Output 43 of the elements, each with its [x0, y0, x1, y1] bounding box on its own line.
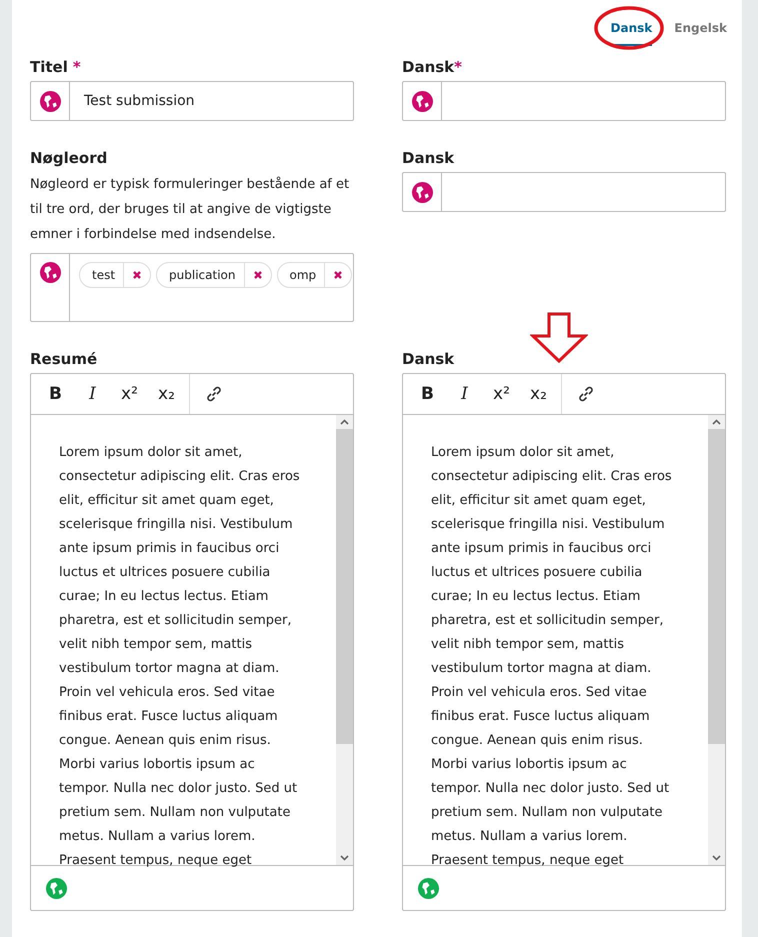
sub-button[interactable]: x₂: [520, 374, 557, 414]
required-mark: *: [454, 58, 462, 76]
field-label: Titel: [30, 58, 68, 76]
sup-button[interactable]: x²: [111, 374, 148, 414]
scrollbar[interactable]: [336, 415, 353, 865]
field-description: Nøgleord er typisk formuleringer bestående af et til tre ord, der bruges til at angive de vigtigste emner i forbindelse med indsendelse.: [30, 176, 350, 244]
text-field[interactable]: Test submission: [30, 81, 354, 121]
tag-label: omp: [278, 263, 326, 287]
globe-icon: [46, 878, 67, 898]
field-label: Dansk: [402, 58, 454, 76]
italic-button[interactable]: I: [446, 374, 483, 414]
globe-icon: [412, 182, 432, 202]
bold-button[interactable]: B: [409, 374, 446, 414]
tag-label: publication: [157, 263, 244, 287]
text-field[interactable]: [402, 81, 726, 121]
abstract-text: Lorem ipsum dolor sit amet, consectetur adipiscing elit. Cras eros elit, efficitur sit amet quam eget, scelerisque fringilla nisi. Vestibulum ante ipsum primis in faucibus orci luctus et ultrices posuere cubilia curae; In eu lectus lectus. Etiam pharetra, est et sollicitudin semper, velit nibh tempor sem, mattis vestibulum tortor magna at diam. Proin vel vehicula eros. Sed vitae finibus erat. Fusce luctus aliquam congue. Aenean quis enim risus. Morbi varius lobortis ipsum ac tempor. Nulla nec dolor justo. Sed ut pretium sem. Nullam non vulputate metus. Nullam a varius lorem. Praesent tempus, neque eget: [58, 444, 301, 865]
language-tab[interactable]: Engelsk: [674, 18, 727, 46]
bold-button[interactable]: B: [37, 374, 74, 414]
highlight-ellipse: [593, 5, 665, 51]
globe-icon: [412, 90, 432, 112]
text-field[interactable]: [402, 172, 726, 212]
tag-label: test: [80, 263, 124, 287]
remove-icon[interactable]: [252, 270, 262, 280]
field-label: Dansk: [402, 350, 454, 368]
scrollbar[interactable]: [708, 415, 725, 865]
link-icon: [576, 385, 594, 403]
required-mark: *: [72, 58, 81, 76]
sup-button[interactable]: x²: [483, 374, 520, 414]
sub-button[interactable]: x₂: [148, 374, 185, 414]
down-arrow-icon: [530, 312, 588, 364]
remove-icon[interactable]: [132, 270, 142, 280]
globe-icon: [418, 878, 439, 898]
globe-icon: [40, 262, 60, 283]
abstract-text: Lorem ipsum dolor sit amet, consectetur adipiscing elit. Cras eros elit, efficitur sit amet quam eget, scelerisque fringilla nisi. Vestibulum ante ipsum primis in faucibus orci luctus et ultrices posuere cubilia curae; In eu lectus lectus. Etiam pharetra, est et sollicitudin semper, velit nibh tempor sem, mattis vestibulum tortor magna at diam. Proin vel vehicula eros. Sed vitae finibus erat. Fusce luctus aliquam congue. Aenean quis enim risus. Morbi varius lobortis ipsum ac tempor. Nulla nec dolor justo. Sed ut pretium sem. Nullam non vulputate metus. Nullam a varius lorem. Praesent tempus, neque eget: [430, 444, 673, 865]
remove-icon[interactable]: [333, 270, 344, 280]
field-value: Test submission: [84, 93, 195, 109]
field-label: Nøgleord: [30, 149, 108, 167]
field-label: Resumé: [30, 350, 98, 368]
link-icon: [204, 385, 222, 403]
italic-button[interactable]: I: [74, 374, 111, 414]
keywords-field[interactable]: test publication omp: [30, 253, 354, 322]
field-label: Dansk: [402, 149, 454, 167]
globe-icon: [40, 90, 60, 112]
